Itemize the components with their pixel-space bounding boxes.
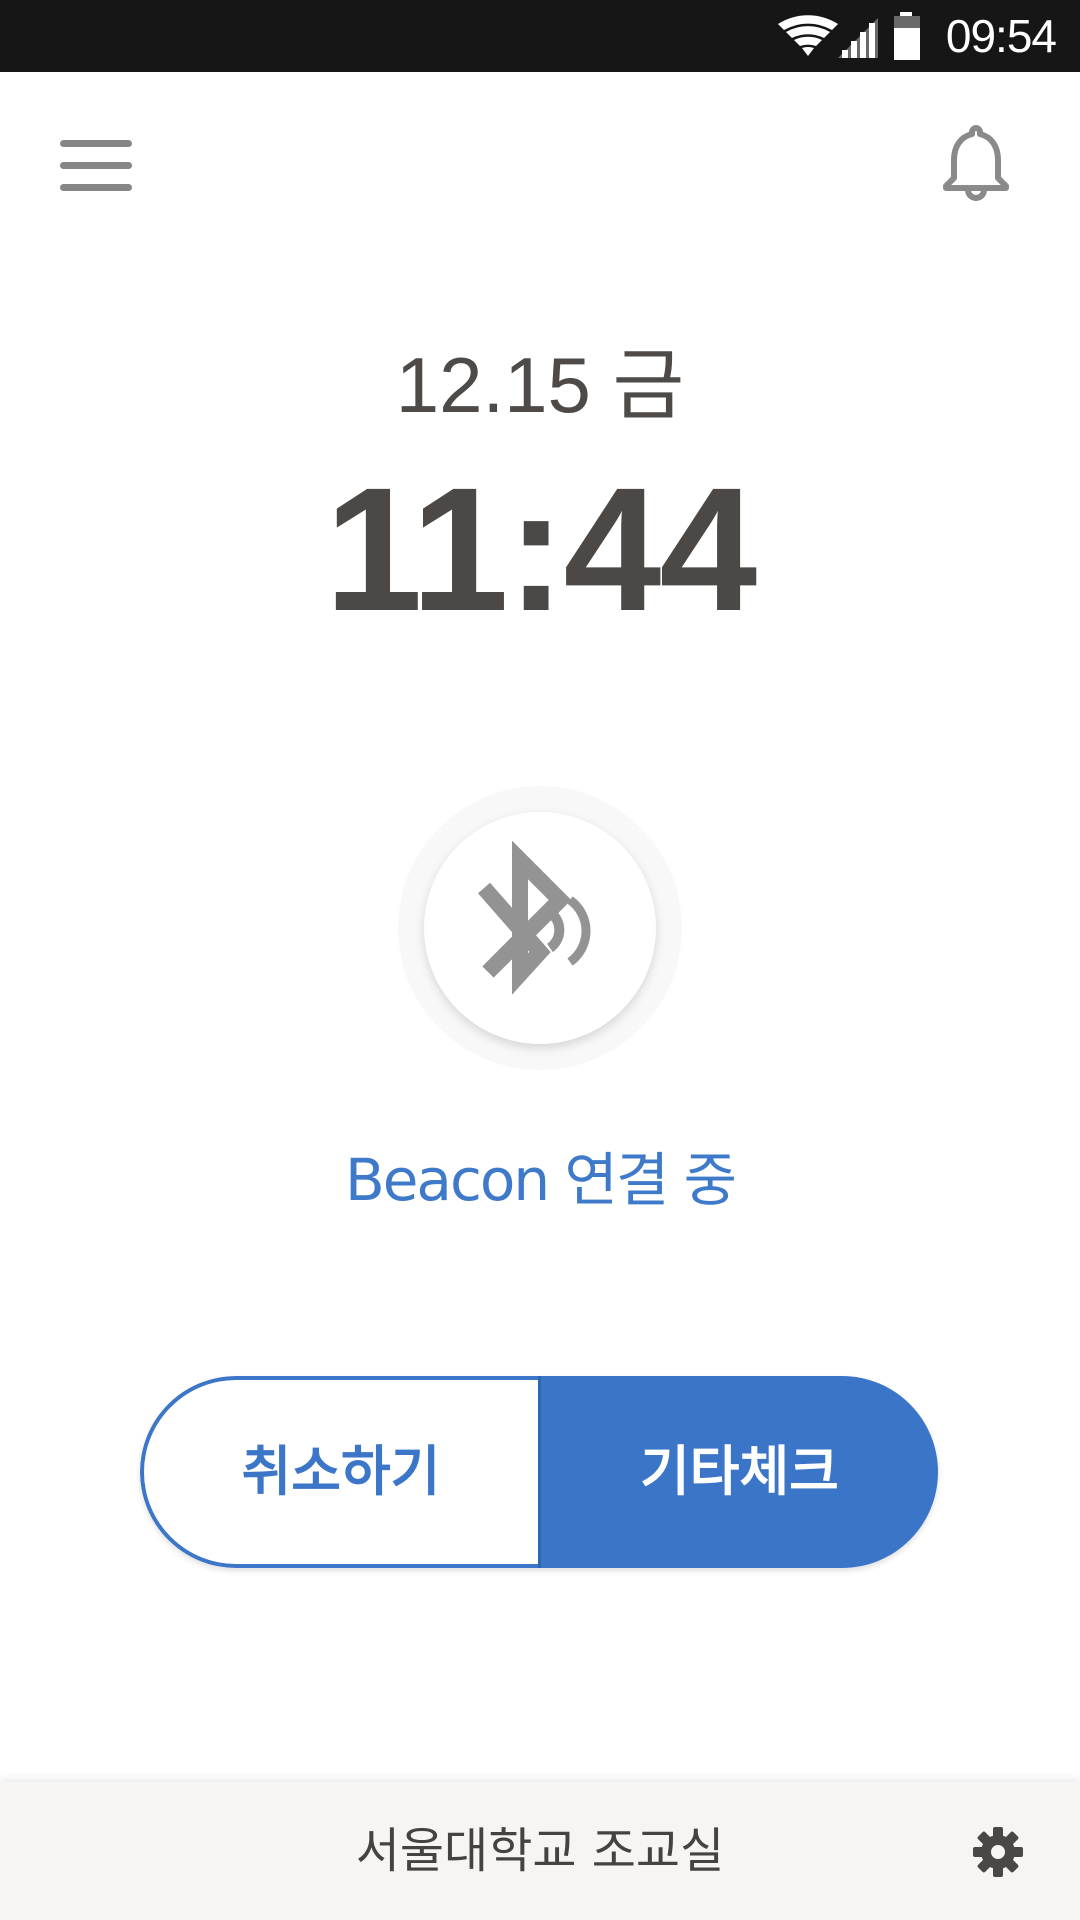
footer-bar: 서울대학교 조교실 [0,1782,1080,1920]
footer-title: 서울대학교 조교실 [355,1823,725,1879]
bell-icon[interactable] [936,124,1016,208]
battery-icon [894,12,920,60]
wifi-icon [778,15,838,56]
app-screen: 09:54 12.15 금 11:44 Beacon 연결 중 취소하기 기타체… [0,0,1080,1920]
gear-icon[interactable] [972,1826,1024,1878]
beacon-status-text: Beacon 연결 중 [344,1146,737,1214]
date-label: 12.15 금 [395,341,685,429]
hamburger-menu-icon[interactable] [56,132,132,200]
clock-time: 11:44 [324,452,757,648]
app-bar [0,72,1080,252]
bluetooth-searching-icon [477,840,591,995]
signal-icon [838,18,878,58]
beacon-button[interactable] [424,812,656,1044]
status-icons [776,10,946,62]
cancel-button[interactable]: 취소하기 [140,1376,538,1568]
other-check-button[interactable]: 기타체크 [538,1376,938,1568]
status-bar: 09:54 [0,0,1080,72]
status-time: 09:54 [945,10,1057,62]
action-button-group: 취소하기 기타체크 [140,1376,938,1568]
